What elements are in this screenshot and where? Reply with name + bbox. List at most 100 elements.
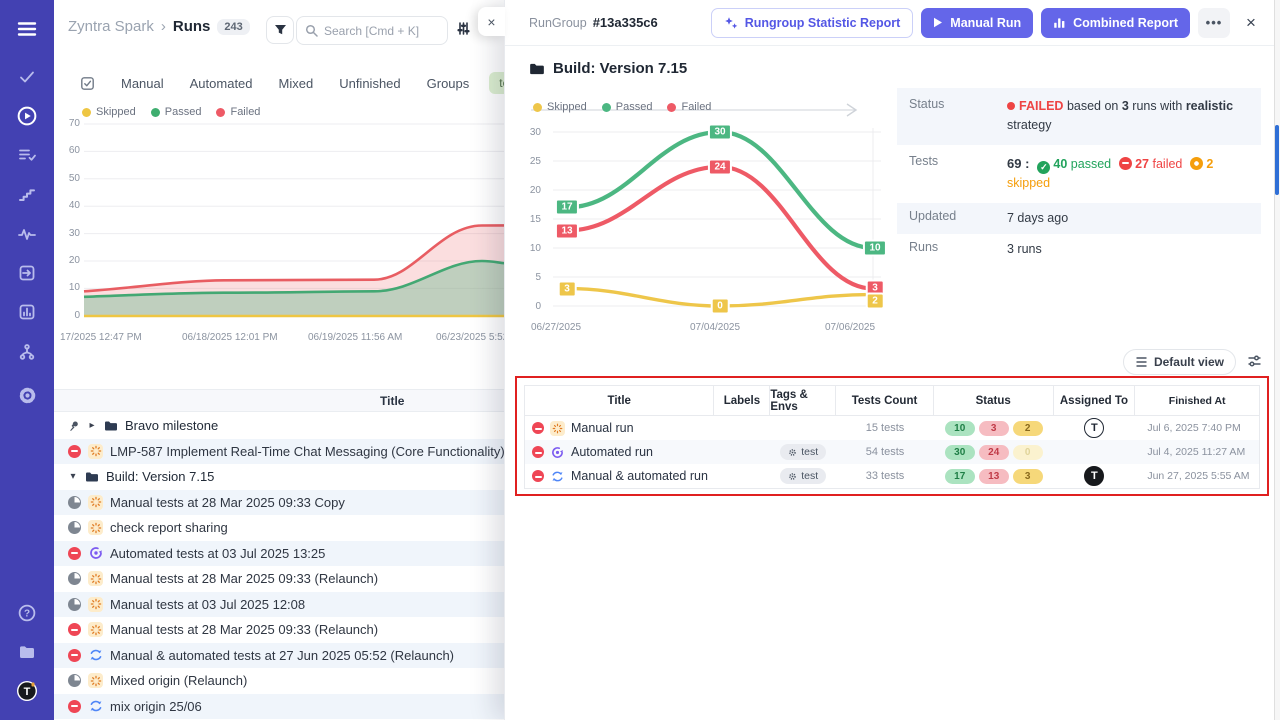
scrollbar-thumb[interactable]	[1275, 125, 1279, 195]
sidebar-item-analytics[interactable]	[0, 297, 54, 327]
sidebar-item-pulse[interactable]	[0, 219, 54, 249]
tag-filter-pill[interactable]: test work	[489, 72, 504, 94]
passed-count: 40	[1053, 157, 1067, 171]
sidebar-item-tests[interactable]	[0, 62, 54, 92]
tab-unfinished[interactable]: Unfinished	[339, 76, 400, 91]
status-row: Status FAILED based on 3 runs with reali…	[897, 88, 1261, 145]
point-label-passed: 30	[708, 124, 732, 141]
list-item[interactable]: Manual & automated tests at 27 Jun 2025 …	[54, 643, 504, 669]
passed-dot	[151, 108, 160, 117]
combined-report-button[interactable]: Combined Report	[1041, 8, 1190, 38]
list-item[interactable]: mix origin 25/06	[54, 694, 504, 720]
failed-minus-icon	[1119, 157, 1132, 170]
table-header: Title Labels Tags & Envs Tests Count Sta…	[525, 386, 1259, 416]
sidebar-item-runs[interactable]	[0, 101, 54, 131]
drawer-edge-close-button[interactable]: ×	[478, 7, 505, 36]
view-settings-icon[interactable]	[456, 21, 471, 41]
list-item[interactable]: Mixed origin (Relaunch)	[54, 668, 504, 694]
chevron-right-icon[interactable]: ▸	[87, 420, 97, 431]
title-column-header: Title	[380, 394, 404, 408]
mixed-run-icon	[550, 469, 565, 484]
rungroup-statistic-report-button[interactable]: Rungroup Statistic Report	[711, 8, 914, 38]
automated-run-icon	[88, 546, 103, 561]
breadcrumb-separator: ›	[161, 18, 166, 35]
tag-pill[interactable]: test	[780, 468, 826, 484]
list-item[interactable]: Automated tests at 03 Jul 2025 13:25	[54, 541, 504, 567]
list-item[interactable]: LMP-587 Implement Real-Time Chat Messagi…	[54, 439, 504, 465]
sidebar-item-steps[interactable]	[0, 180, 54, 210]
user-avatar[interactable]: T	[0, 676, 54, 706]
table-row[interactable]: Automated run test 54 tests 30240 Jul 4,…	[525, 440, 1259, 464]
list-item[interactable]: Manual tests at 28 Mar 2025 09:33 (Relau…	[54, 566, 504, 592]
chevron-down-icon[interactable]: ▾	[68, 471, 78, 482]
sparkles-icon	[724, 16, 738, 30]
legend-passed: Passed	[165, 106, 202, 118]
list-item-milestone[interactable]: ▸ Bravo milestone	[54, 413, 504, 439]
tests-count: 15 tests	[836, 416, 934, 440]
rungroup-id: #13a335c6	[593, 15, 658, 30]
col-finished-at[interactable]: Finished At	[1135, 386, 1259, 415]
y-tick: 70	[56, 118, 80, 129]
tab-manual[interactable]: Manual	[121, 76, 164, 91]
sidebar-item-settings[interactable]	[0, 380, 54, 410]
inprogress-status-icon	[68, 674, 81, 687]
select-runs-icon[interactable]	[80, 76, 95, 91]
button-label: Combined Report	[1073, 16, 1178, 30]
projects-folder-icon[interactable]	[0, 637, 54, 667]
search-input[interactable]	[324, 24, 434, 38]
status-text: based on	[1067, 99, 1118, 113]
search-box[interactable]	[296, 16, 448, 45]
list-item[interactable]: Manual tests at 28 Mar 2025 09:33 Copy	[54, 490, 504, 516]
failed-status-icon	[68, 445, 81, 458]
tests-row: Tests 69 :✓40 passed27 failed2skipped	[897, 145, 1261, 203]
breadcrumb-project[interactable]: Zyntra Spark	[68, 18, 154, 35]
list-item[interactable]: Manual tests at 03 Jul 2025 12:08	[54, 592, 504, 618]
manual-run-button[interactable]: Manual Run	[921, 8, 1033, 38]
more-actions-button[interactable]: •••	[1198, 8, 1230, 38]
sidebar-item-import[interactable]	[0, 258, 54, 288]
default-view-button[interactable]: Default view	[1123, 349, 1236, 375]
sidebar-item-branches[interactable]	[0, 337, 54, 367]
build-title-text: Build: Version 7.15	[553, 60, 687, 77]
skipped-pill: 2	[1013, 421, 1043, 436]
runs-list: ▸ Bravo milestone LMP-587 Implement Real…	[54, 413, 504, 719]
failed-status-icon	[532, 422, 544, 434]
scrollbar[interactable]	[1274, 0, 1280, 720]
filter-button[interactable]	[266, 16, 294, 44]
run-title: Manual run	[571, 421, 634, 435]
button-label: Default view	[1154, 355, 1224, 369]
table-row[interactable]: Manual & automated run test 33 tests 171…	[525, 464, 1259, 488]
col-assigned-to[interactable]: Assigned To	[1054, 386, 1136, 415]
tab-groups[interactable]: Groups	[427, 76, 470, 91]
list-item[interactable]: check report sharing	[54, 515, 504, 541]
dots-icon: •••	[1206, 15, 1223, 30]
assignee-avatar[interactable]: T	[1084, 418, 1104, 438]
manual-run-icon	[550, 421, 565, 436]
svg-text:?: ?	[24, 609, 30, 620]
passed-check-icon: ✓	[1037, 161, 1050, 174]
failed-count: 27	[1135, 157, 1149, 171]
col-title[interactable]: Title	[525, 386, 714, 415]
assignee-avatar[interactable]: T	[1084, 466, 1104, 486]
failed-status-icon	[68, 547, 81, 560]
drawer-close-button[interactable]: ×	[1238, 13, 1264, 33]
col-tests-count[interactable]: Tests Count	[836, 386, 934, 415]
col-status[interactable]: Status	[934, 386, 1054, 415]
failed-status-icon	[68, 649, 81, 662]
col-labels[interactable]: Labels	[714, 386, 770, 415]
sidebar-item-plans[interactable]	[0, 140, 54, 170]
tag-pill[interactable]: test	[780, 444, 826, 460]
svg-text:T: T	[24, 686, 31, 698]
table-settings-icon[interactable]	[1247, 354, 1262, 373]
updated-row: Updated 7 days ago	[897, 203, 1261, 234]
tab-mixed[interactable]: Mixed	[279, 76, 314, 91]
skipped-count: 2	[1206, 157, 1213, 171]
list-item[interactable]: Manual tests at 28 Mar 2025 09:33 (Relau…	[54, 617, 504, 643]
col-tags-envs[interactable]: Tags & Envs	[770, 386, 836, 415]
legend-passed: Passed	[616, 101, 653, 113]
list-item-folder[interactable]: ▾ Build: Version 7.15	[54, 464, 504, 490]
tab-automated[interactable]: Automated	[190, 76, 253, 91]
help-icon[interactable]: ?	[0, 598, 54, 628]
hamburger-menu-icon[interactable]	[0, 14, 54, 44]
table-row[interactable]: Manual run 15 tests 1032 T Jul 6, 2025 7…	[525, 416, 1259, 440]
